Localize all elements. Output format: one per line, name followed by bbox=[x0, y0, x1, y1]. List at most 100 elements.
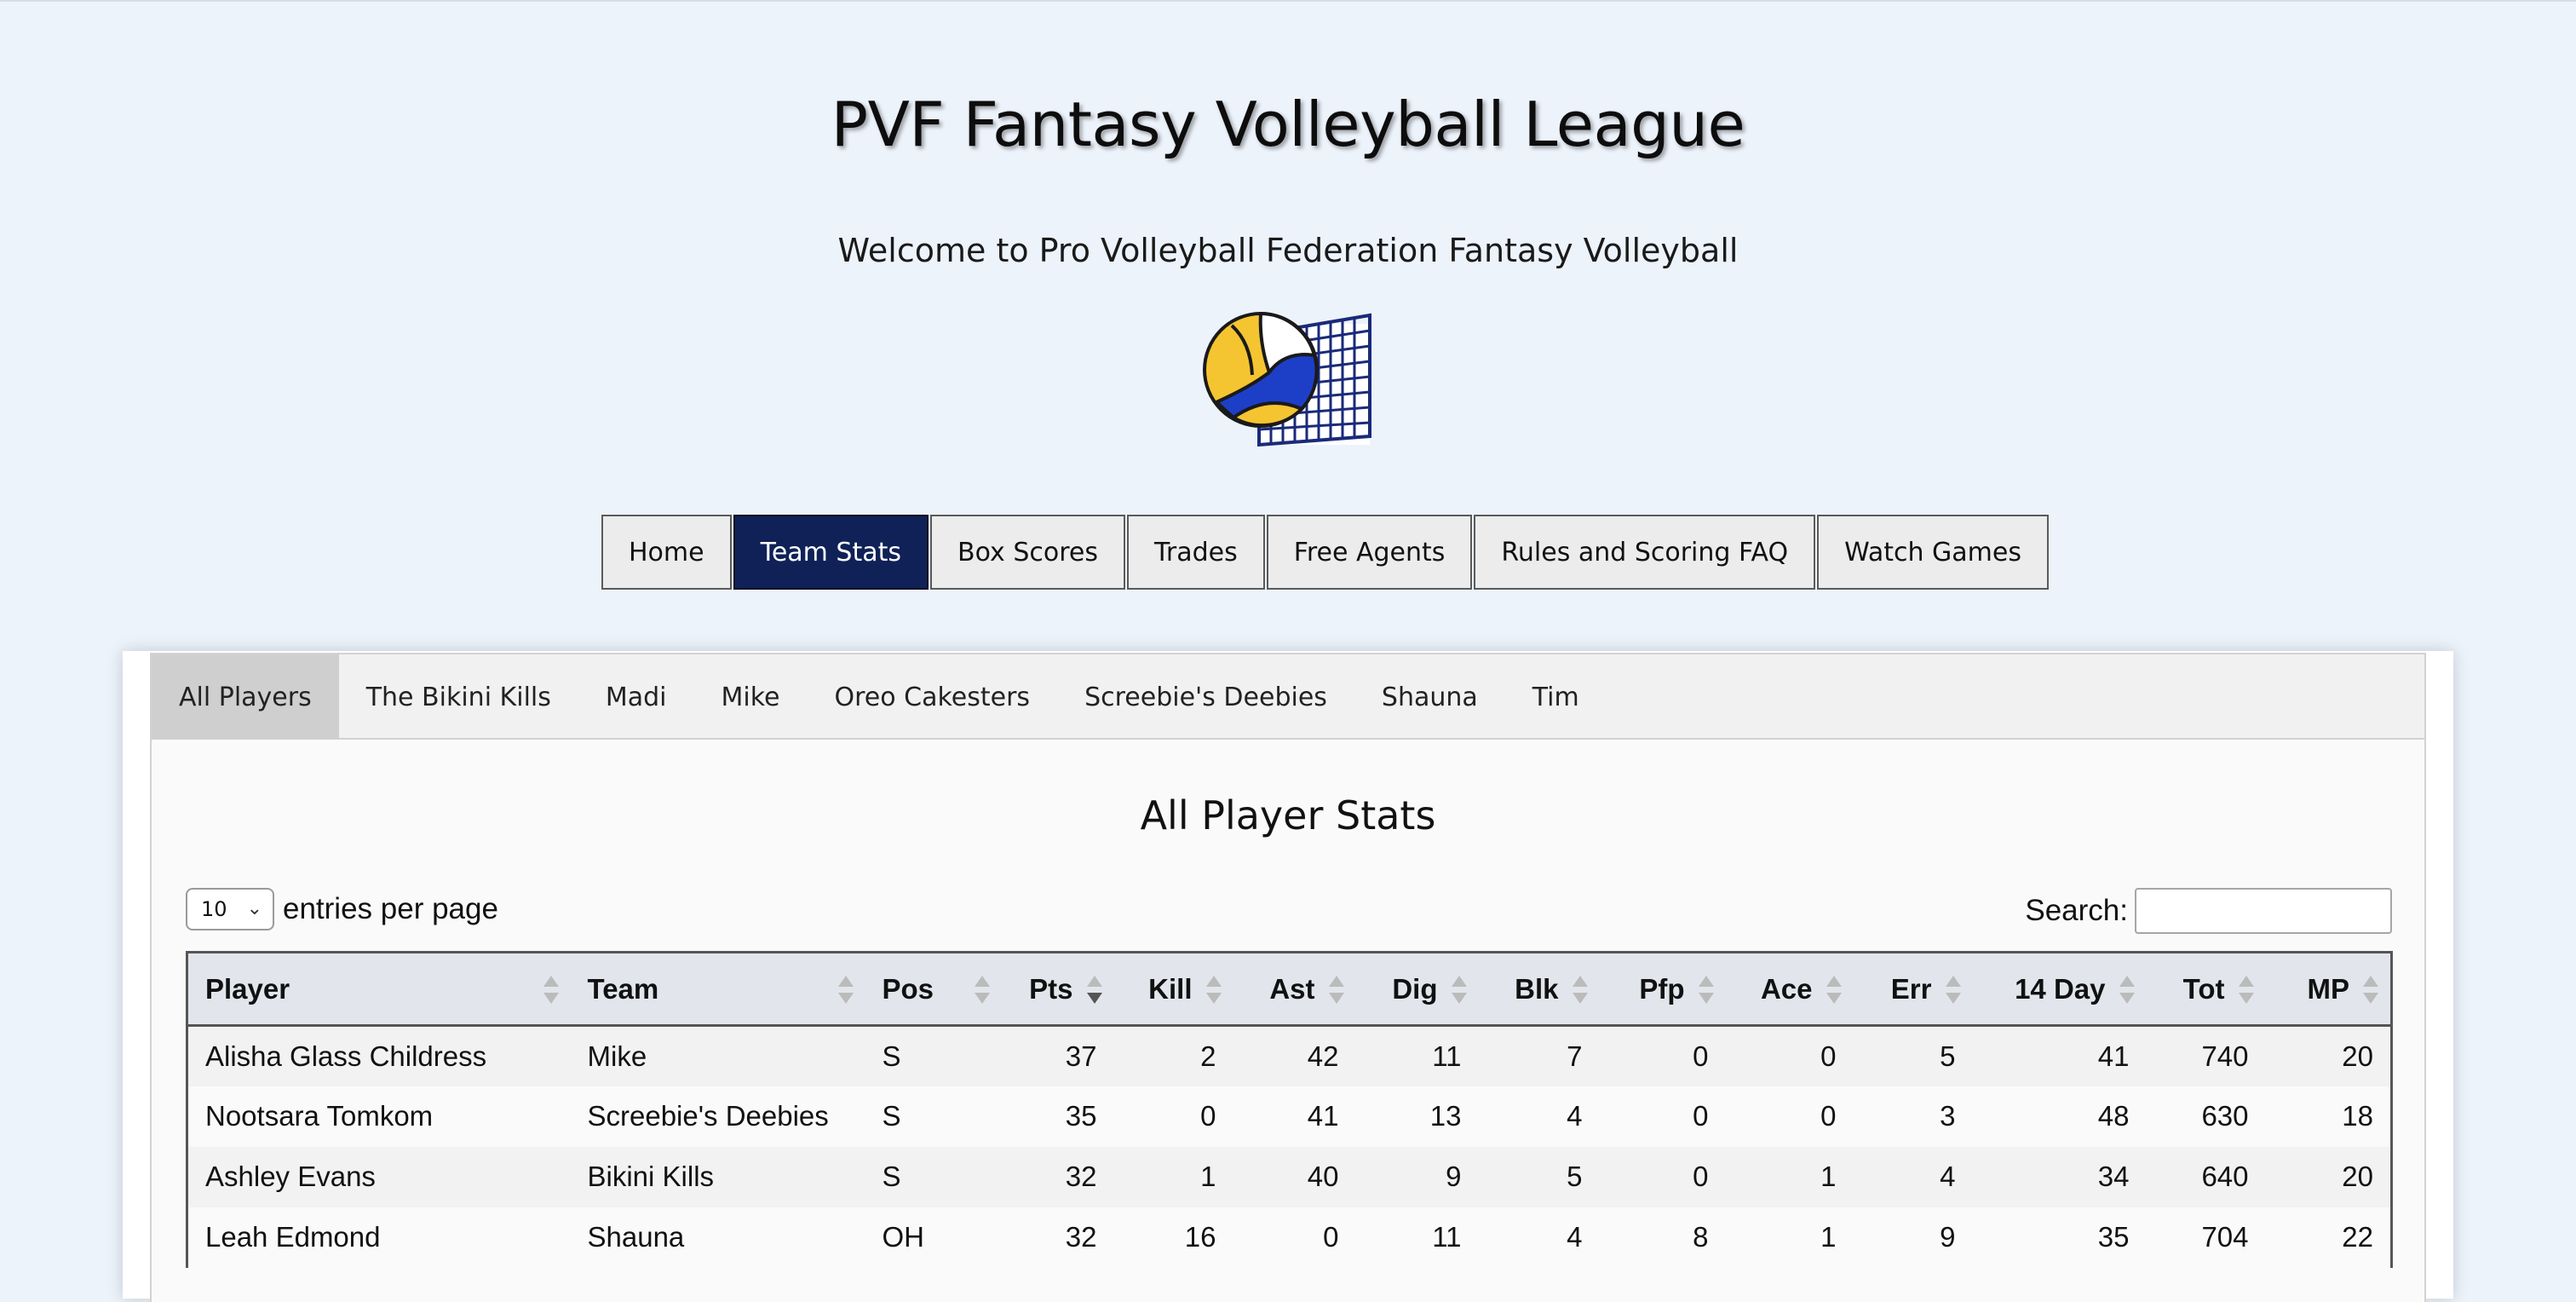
tab-mike[interactable]: Mike bbox=[694, 654, 808, 740]
tab-shauna[interactable]: Shauna bbox=[1354, 654, 1505, 740]
team-tabbar: All Players The Bikini Kills Madi Mike O… bbox=[150, 653, 2426, 740]
table-cell: 0 bbox=[1693, 1040, 1709, 1072]
table-cell: 1 bbox=[1820, 1161, 1837, 1192]
search-input[interactable] bbox=[2135, 888, 2392, 934]
nav-trades-button[interactable]: Trades bbox=[1126, 515, 1265, 590]
table-cell: 704 bbox=[2201, 1221, 2249, 1253]
sort-icon bbox=[1826, 976, 1842, 1006]
tab-tim[interactable]: Tim bbox=[1505, 654, 1607, 740]
table-cell: Mike bbox=[587, 1040, 647, 1072]
table-cell: 22 bbox=[2265, 1207, 2393, 1268]
sort-icon bbox=[974, 976, 990, 1006]
table-cell: 41 bbox=[2097, 1040, 2130, 1072]
col-header-label: Tot bbox=[2182, 972, 2225, 1005]
col-header-label: Player bbox=[205, 972, 290, 1005]
sort-icon bbox=[2238, 976, 2254, 1006]
table-cell: 41 bbox=[1307, 1100, 1339, 1132]
table-cell: 48 bbox=[2097, 1100, 2130, 1132]
sort-icon bbox=[1698, 976, 1714, 1006]
sort-icon bbox=[1205, 976, 1222, 1006]
sort-icon bbox=[543, 976, 559, 1006]
col-header-ace[interactable]: Ace bbox=[1725, 951, 1854, 1027]
col-header-pos[interactable]: Pos bbox=[865, 951, 1002, 1027]
col-header-pts[interactable]: Pts bbox=[1001, 951, 1114, 1027]
table-cell: 13 bbox=[1429, 1100, 1462, 1132]
table-cell: Ashley Evans bbox=[186, 1146, 571, 1207]
tab-screebies-deebies[interactable]: Screebie's Deebies bbox=[1057, 654, 1354, 740]
tab-the-bikini-kills[interactable]: The Bikini Kills bbox=[339, 654, 578, 740]
col-header-team[interactable]: Team bbox=[570, 951, 865, 1027]
table-cell: Nootsara Tomkom bbox=[186, 1086, 571, 1147]
nav-home-button[interactable]: Home bbox=[601, 515, 732, 590]
table-cell: 35 bbox=[2097, 1221, 2130, 1253]
table-cell: 35 bbox=[1065, 1100, 1097, 1132]
table-cell: 0 bbox=[1820, 1040, 1837, 1072]
main-nav: Home Team Stats Box Scores Trades Free A… bbox=[601, 515, 2050, 590]
table-cell: 1 bbox=[1200, 1161, 1216, 1192]
tab-oreo-cakesters[interactable]: Oreo Cakesters bbox=[808, 654, 1058, 740]
table-cell: 0 bbox=[1200, 1100, 1216, 1132]
nav-rules-faq-button[interactable]: Rules and Scoring FAQ bbox=[1474, 515, 1816, 590]
table-cell: 5 bbox=[1567, 1161, 1583, 1192]
table-cell: 11 bbox=[1432, 1221, 1462, 1253]
col-header-tot[interactable]: Tot bbox=[2146, 951, 2266, 1027]
table-cell: 0 bbox=[1323, 1221, 1339, 1253]
chevron-down-icon: ⌄ bbox=[246, 898, 262, 919]
col-header-mp[interactable]: MP bbox=[2265, 951, 2393, 1027]
col-header-player[interactable]: Player bbox=[186, 951, 571, 1027]
table-cell: 4 bbox=[1567, 1100, 1583, 1132]
table-cell: 0 bbox=[1820, 1100, 1837, 1132]
table-cell: 630 bbox=[2201, 1100, 2249, 1132]
page-title: PVF Fantasy Volleyball League bbox=[831, 89, 1745, 160]
table-cell: 1 bbox=[1820, 1221, 1837, 1253]
col-header-label: Blk bbox=[1515, 972, 1559, 1005]
table-cell: S bbox=[882, 1161, 901, 1192]
col-header-label: Ace bbox=[1760, 972, 1813, 1005]
entries-select-value: 10 bbox=[201, 897, 227, 921]
table-row: Alisha Glass Childress Mike S 37 2 42 11 7 0 0 5 41… bbox=[186, 1025, 2393, 1086]
col-header-kill[interactable]: Kill bbox=[1113, 951, 1233, 1027]
col-header-ast[interactable]: Ast bbox=[1233, 951, 1356, 1027]
col-header-label: Pts bbox=[1029, 972, 1073, 1005]
table-cell: Bikini Kills bbox=[587, 1161, 715, 1192]
sort-desc-icon bbox=[1086, 976, 1102, 1006]
table-cell: 9 bbox=[1940, 1221, 1956, 1253]
stats-panel: All Player Stats 10 ⌄ entries per page S… bbox=[150, 740, 2426, 1302]
table-cell: 2 bbox=[1200, 1040, 1216, 1072]
nav-free-agents-button[interactable]: Free Agents bbox=[1266, 515, 1473, 590]
table-cell: 11 bbox=[1432, 1040, 1462, 1072]
col-header-blk[interactable]: Blk bbox=[1478, 951, 1600, 1027]
col-header-label: Team bbox=[587, 972, 659, 1005]
search-label: Search: bbox=[2025, 894, 2128, 927]
stats-table: Player Team Pos Pts Kill Ast Dig Blk Pfp… bbox=[186, 951, 2393, 1268]
col-header-dig[interactable]: Dig bbox=[1355, 951, 1479, 1027]
table-cell: 3 bbox=[1940, 1100, 1956, 1132]
col-header-label: Dig bbox=[1392, 972, 1438, 1005]
table-row: Leah Edmond Shauna OH 32 16 0 11 4 8 1 9 35 704 22 bbox=[186, 1207, 2393, 1268]
table-cell: Screebie's Deebies bbox=[587, 1100, 829, 1132]
col-header-pfp[interactable]: Pfp bbox=[1599, 951, 1726, 1027]
table-cell: 42 bbox=[1307, 1040, 1339, 1072]
panel-title: All Player Stats bbox=[1140, 792, 1436, 838]
entries-control: 10 ⌄ entries per page bbox=[186, 888, 498, 930]
sort-icon bbox=[1572, 976, 1588, 1006]
sort-icon bbox=[1451, 976, 1467, 1006]
table-cell: 20 bbox=[2265, 1025, 2393, 1086]
entries-label: entries per page bbox=[283, 892, 498, 925]
nav-box-scores-button[interactable]: Box Scores bbox=[930, 515, 1125, 590]
table-cell: 5 bbox=[1940, 1040, 1956, 1072]
table-cell: 4 bbox=[1567, 1221, 1583, 1253]
table-cell: 20 bbox=[2265, 1146, 2393, 1207]
tab-madi[interactable]: Madi bbox=[578, 654, 694, 740]
col-header-err[interactable]: Err bbox=[1853, 951, 1973, 1027]
col-header-14-day[interactable]: 14 Day bbox=[1972, 951, 2147, 1027]
table-cell: 7 bbox=[1567, 1040, 1583, 1072]
col-header-label: Kill bbox=[1148, 972, 1193, 1005]
nav-team-stats-button[interactable]: Team Stats bbox=[733, 515, 929, 590]
entries-per-page-select[interactable]: 10 ⌄ bbox=[186, 888, 274, 930]
nav-watch-games-button[interactable]: Watch Games bbox=[1817, 515, 2049, 590]
table-body: Alisha Glass Childress Mike S 37 2 42 11 7 0 0 5 41… bbox=[186, 1025, 2393, 1268]
table-cell: Leah Edmond bbox=[186, 1207, 571, 1268]
table-cell: S bbox=[882, 1100, 901, 1132]
tab-all-players[interactable]: All Players bbox=[152, 654, 339, 740]
